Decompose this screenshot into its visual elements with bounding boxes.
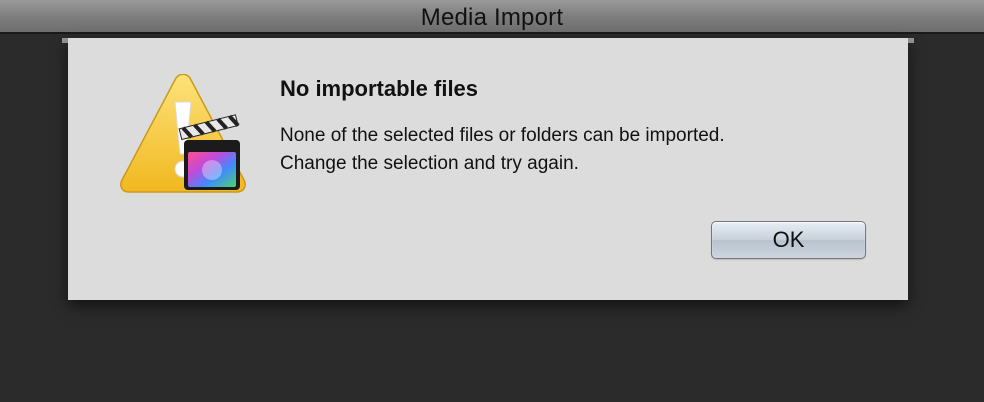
alert-message-line: None of the selected files or folders ca… — [280, 125, 725, 146]
window-titlebar: Media Import — [0, 0, 984, 34]
alert-message: None of the selected files or folders ca… — [280, 122, 880, 178]
final-cut-pro-icon — [178, 114, 240, 190]
sheet-corner-right — [908, 38, 914, 43]
alert-sheet: No importable files None of the selected… — [68, 38, 908, 300]
window-title: Media Import — [420, 4, 564, 31]
alert-title: No importable files — [280, 76, 479, 101]
alert-message-line: Change the selection and try again. — [280, 153, 579, 174]
ok-button[interactable]: OK — [711, 221, 866, 259]
warning-triangle-icon — [120, 74, 246, 193]
